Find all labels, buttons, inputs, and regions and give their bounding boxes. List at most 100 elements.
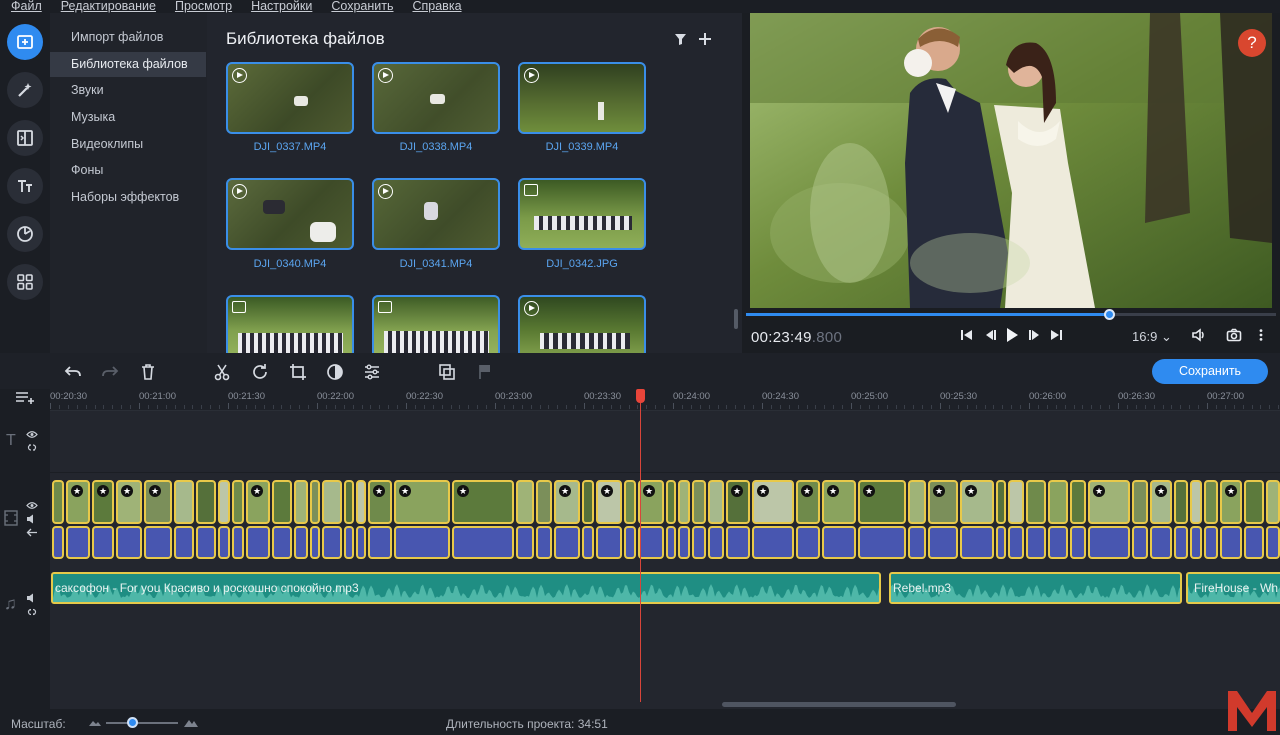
clip-audio[interactable]: [1266, 526, 1280, 559]
video-clip[interactable]: ★: [1088, 480, 1130, 524]
menu-file[interactable]: Файл: [0, 0, 50, 13]
play-button[interactable]: [1004, 327, 1020, 343]
library-thumb-6[interactable]: [518, 178, 646, 250]
library-thumb-8[interactable]: [372, 295, 500, 353]
category-music[interactable]: Музыка: [50, 105, 206, 130]
video-clip[interactable]: [708, 480, 724, 524]
rotate-button[interactable]: [250, 362, 270, 382]
clip-audio[interactable]: [394, 526, 450, 559]
video-clip[interactable]: [232, 480, 244, 524]
category-import-files[interactable]: Импорт файлов: [50, 25, 206, 50]
filters-button[interactable]: [7, 72, 43, 108]
video-clip[interactable]: [310, 480, 320, 524]
video-clip[interactable]: [1048, 480, 1068, 524]
clip-audio[interactable]: [1070, 526, 1086, 559]
category-video-clips[interactable]: Видеоклипы: [50, 132, 206, 157]
video-clip[interactable]: ★: [144, 480, 172, 524]
snapshot-button[interactable]: [1225, 327, 1243, 343]
video-clip[interactable]: [356, 480, 366, 524]
overlay-button[interactable]: [437, 362, 457, 382]
music-clip-2[interactable]: Rebel.mp3: [889, 572, 1182, 604]
library-scrollbar[interactable]: [734, 309, 738, 329]
video-clip[interactable]: [344, 480, 354, 524]
zoom-in-icon[interactable]: [184, 719, 198, 727]
video-clip[interactable]: ★: [596, 480, 622, 524]
clip-audio[interactable]: [928, 526, 958, 559]
clip-audio[interactable]: [452, 526, 514, 559]
help-button[interactable]: ?: [1238, 29, 1266, 57]
clip-audio[interactable]: [796, 526, 820, 559]
zoom-out-icon[interactable]: [89, 720, 101, 726]
clip-audio[interactable]: [708, 526, 724, 559]
video-clip[interactable]: [174, 480, 194, 524]
clip-audio[interactable]: [596, 526, 622, 559]
video-clip[interactable]: [1190, 480, 1202, 524]
video-clip[interactable]: ★: [928, 480, 958, 524]
clip-audio[interactable]: [52, 526, 64, 559]
clip-audio[interactable]: [666, 526, 676, 559]
video-clip[interactable]: [218, 480, 230, 524]
step-forward-button[interactable]: [1027, 327, 1043, 343]
video-clip[interactable]: [678, 480, 690, 524]
clip-audio[interactable]: [726, 526, 750, 559]
eye-icon[interactable]: [26, 501, 38, 510]
clip-audio[interactable]: [92, 526, 114, 559]
clip-audio[interactable]: [1220, 526, 1242, 559]
video-clip[interactable]: [1026, 480, 1046, 524]
music-clip-3[interactable]: FireHouse - Wh: [1186, 572, 1280, 604]
import-files-button[interactable]: [7, 24, 43, 60]
video-clip[interactable]: [1008, 480, 1024, 524]
video-clip[interactable]: [1266, 480, 1280, 524]
video-clip[interactable]: ★: [1150, 480, 1172, 524]
library-thumb-9[interactable]: [518, 295, 646, 353]
more-options-button[interactable]: [1254, 327, 1268, 343]
music-clip-1[interactable]: саксофон - For you Красиво и роскошно сп…: [51, 572, 881, 604]
speaker-icon[interactable]: [26, 514, 38, 524]
link-icon[interactable]: [26, 607, 38, 617]
video-clip[interactable]: [692, 480, 706, 524]
clip-audio[interactable]: [310, 526, 320, 559]
video-clip[interactable]: ★: [638, 480, 664, 524]
redo-button[interactable]: [100, 362, 120, 382]
video-clip[interactable]: ★: [452, 480, 514, 524]
clip-audio[interactable]: [1244, 526, 1264, 559]
clip-audio[interactable]: [1204, 526, 1218, 559]
marker-button[interactable]: [475, 362, 495, 382]
video-clip[interactable]: [1070, 480, 1086, 524]
clip-audio[interactable]: [822, 526, 856, 559]
link-icon[interactable]: [26, 443, 38, 452]
library-thumb-1[interactable]: [226, 62, 354, 134]
color-adjust-button[interactable]: [325, 362, 345, 382]
timeline-ruler[interactable]: 00:20:30 00:21:00 00:21:30 00:22:00 00:22:30…: [50, 389, 1280, 411]
library-thumb-3[interactable]: [518, 62, 646, 134]
delete-button[interactable]: [138, 362, 158, 382]
clip-audio[interactable]: [1132, 526, 1148, 559]
video-clip[interactable]: [52, 480, 64, 524]
more-tools-button[interactable]: [7, 264, 43, 300]
add-track-icon[interactable]: [15, 391, 35, 405]
category-effect-sets[interactable]: Наборы эффектов: [50, 185, 206, 210]
video-clip[interactable]: ★: [116, 480, 142, 524]
library-thumb-2[interactable]: [372, 62, 500, 134]
clip-audio[interactable]: [272, 526, 292, 559]
arrow-left-icon[interactable]: [26, 528, 38, 537]
category-backgrounds[interactable]: Фоны: [50, 158, 206, 183]
video-clip[interactable]: [272, 480, 292, 524]
video-clip[interactable]: ★: [554, 480, 580, 524]
clip-audio[interactable]: [554, 526, 580, 559]
clip-audio[interactable]: [356, 526, 366, 559]
video-clip[interactable]: [1244, 480, 1264, 524]
clip-audio[interactable]: [322, 526, 342, 559]
clip-audio[interactable]: [1150, 526, 1172, 559]
video-clip[interactable]: ★: [960, 480, 994, 524]
zoom-slider[interactable]: [106, 722, 178, 724]
clip-audio[interactable]: [1048, 526, 1068, 559]
clip-audio[interactable]: [116, 526, 142, 559]
playhead[interactable]: [640, 389, 641, 702]
clip-audio[interactable]: [516, 526, 534, 559]
video-clip[interactable]: ★: [394, 480, 450, 524]
clip-audio[interactable]: [1088, 526, 1130, 559]
clip-audio[interactable]: [294, 526, 308, 559]
menu-help[interactable]: Справка: [401, 0, 469, 13]
playhead-handle[interactable]: [636, 389, 645, 403]
